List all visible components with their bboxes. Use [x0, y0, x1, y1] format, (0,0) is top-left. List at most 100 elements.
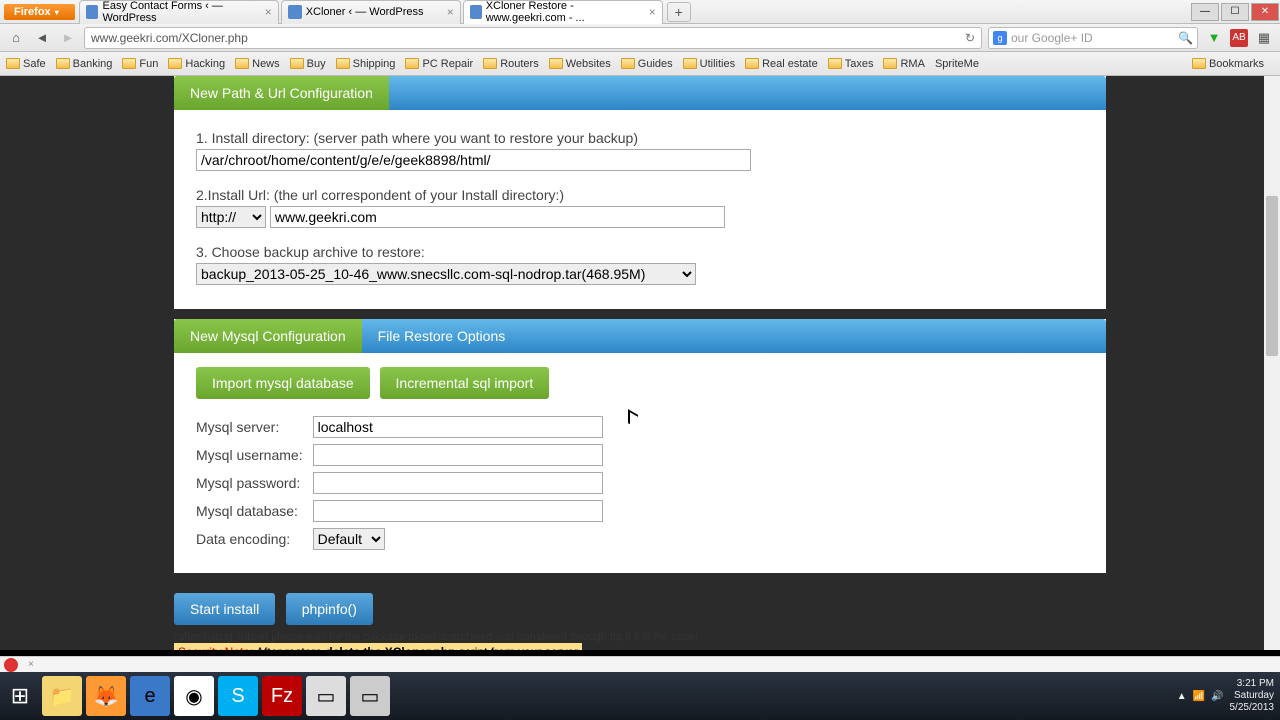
install-url-input[interactable] — [270, 206, 725, 228]
mysql-server-input[interactable] — [313, 416, 603, 438]
tab-1[interactable]: Easy Contact Forms ‹ — WordPress× — [79, 0, 279, 24]
install-dir-label: 1. Install directory: (server path where… — [196, 130, 1084, 146]
bookmark-folder[interactable]: PC Repair — [405, 58, 473, 70]
notepad-icon[interactable]: ▭ — [306, 676, 346, 716]
folder-icon — [336, 58, 350, 69]
tab-2[interactable]: XCloner ‹ — WordPress× — [281, 0, 461, 24]
security-note: Security Note: After restore delete the … — [174, 643, 582, 650]
bookmark-folder[interactable]: Hacking — [168, 58, 225, 70]
tab-label: XCloner Restore - www.geekri.com - ... — [486, 0, 649, 24]
data-encoding-select[interactable]: Default — [313, 528, 385, 550]
folder-icon — [235, 58, 249, 69]
install-url-label: 2.Install Url: (the url correspondent of… — [196, 187, 1084, 203]
clock[interactable]: 3:21 PM Saturday 5/25/2013 — [1230, 678, 1275, 714]
submit-note: *after hitting submit please wait for th… — [174, 631, 1106, 643]
system-tray: ▲ 📶 🔊 3:21 PM Saturday 5/25/2013 — [1177, 678, 1280, 714]
chrome-icon[interactable]: ◉ — [174, 676, 214, 716]
start-button[interactable]: ⊞ — [0, 676, 40, 716]
bookmark-folder[interactable]: Buy — [290, 58, 326, 70]
scrollbar-thumb[interactable] — [1266, 196, 1278, 356]
mysql-form: Mysql server: Mysql username: Mysql pass… — [196, 413, 613, 553]
new-tab-button[interactable]: + — [667, 2, 691, 22]
firefox-menu-button[interactable]: Firefox — [4, 4, 75, 20]
import-mysql-button[interactable]: Import mysql database — [196, 367, 370, 399]
reload-icon[interactable]: ↻ — [965, 31, 975, 45]
network-icon[interactable]: 📶 — [1193, 691, 1205, 702]
tray-chevron-icon[interactable]: ▲ — [1177, 691, 1187, 702]
app-icon[interactable]: ▭ — [350, 676, 390, 716]
tab-close-icon[interactable]: × — [265, 5, 272, 19]
url-scheme-select[interactable]: http:// — [196, 206, 266, 228]
backup-archive-select[interactable]: backup_2013-05-25_10-46_www.snecsllc.com… — [196, 263, 696, 285]
folder-icon — [683, 58, 697, 69]
mysql-server-label: Mysql server: — [196, 413, 313, 441]
browser-navbar: ⌂ ◄ ► www.geekri.com/XCloner.php ↻ g our… — [0, 24, 1280, 52]
browser-tabs: Easy Contact Forms ‹ — WordPress× XClone… — [79, 0, 1190, 24]
start-install-button[interactable]: Start install — [174, 593, 275, 625]
bookmarks-menu[interactable]: Bookmarks — [1192, 58, 1264, 70]
mysql-database-input[interactable] — [313, 500, 603, 522]
bookmark-folder[interactable]: Websites — [549, 58, 611, 70]
tab-mysql-config[interactable]: New Mysql Configuration — [174, 319, 362, 353]
minimize-button[interactable]: — — [1191, 3, 1219, 21]
incremental-import-button[interactable]: Incremental sql import — [380, 367, 550, 399]
tab-close-icon[interactable]: × — [447, 5, 454, 19]
maximize-button[interactable]: ☐ — [1221, 3, 1249, 21]
folder-icon — [621, 58, 635, 69]
folder-icon — [405, 58, 419, 69]
windows-taskbar: ⊞ 📁 🦊 e ◉ S Fz ▭ ▭ ▲ 📶 🔊 3:21 PM Saturda… — [0, 672, 1280, 720]
mysql-password-input[interactable] — [313, 472, 603, 494]
volume-icon[interactable]: 🔊 — [1211, 691, 1223, 702]
install-dir-input[interactable] — [196, 149, 751, 171]
bookmark-folder[interactable]: Real estate — [745, 58, 818, 70]
bookmark-folder[interactable]: Banking — [56, 58, 113, 70]
folder-icon — [122, 58, 136, 69]
bookmark-folder[interactable]: Taxes — [828, 58, 874, 70]
download-icon[interactable]: ▼ — [1204, 28, 1224, 48]
skype-icon[interactable]: S — [218, 676, 258, 716]
bookmark-folder[interactable]: RMA — [883, 58, 924, 70]
strip-close-icon[interactable]: × — [28, 659, 34, 670]
panel-actions: Start install phpinfo() *after hitting s… — [174, 583, 1106, 650]
explorer-icon[interactable]: 📁 — [42, 676, 82, 716]
folder-icon — [56, 58, 70, 69]
back-icon[interactable]: ◄ — [32, 28, 52, 48]
security-prefix: Security Note: — [178, 645, 253, 650]
addon-icon[interactable]: ▦ — [1254, 28, 1274, 48]
vertical-scrollbar[interactable] — [1264, 76, 1280, 650]
search-placeholder: our Google+ ID — [1011, 31, 1093, 45]
tab-close-icon[interactable]: × — [649, 5, 656, 19]
ie-icon[interactable]: e — [130, 676, 170, 716]
filezilla-icon[interactable]: Fz — [262, 676, 302, 716]
tab-3[interactable]: XCloner Restore - www.geekri.com - ...× — [463, 0, 663, 24]
panel-mysql: New Mysql Configuration File Restore Opt… — [174, 319, 1106, 573]
folder-icon — [828, 58, 842, 69]
tab-file-restore[interactable]: File Restore Options — [362, 319, 522, 353]
home-icon[interactable]: ⌂ — [6, 28, 26, 48]
window-controls: — ☐ ✕ — [1190, 2, 1280, 22]
phpinfo-button[interactable]: phpinfo() — [286, 593, 373, 625]
record-icon[interactable] — [4, 658, 18, 672]
tab-path-config[interactable]: New Path & Url Configuration — [174, 76, 389, 110]
url-input[interactable]: www.geekri.com/XCloner.php ↻ — [84, 27, 982, 49]
mysql-database-label: Mysql database: — [196, 497, 313, 525]
bookmark-folder[interactable]: Utilities — [683, 58, 735, 70]
bookmark-folder[interactable]: Shipping — [336, 58, 396, 70]
firefox-taskbar-icon[interactable]: 🦊 — [86, 676, 126, 716]
folder-icon — [549, 58, 563, 69]
bookmark-bar: Safe Banking Fun Hacking News Buy Shippi… — [0, 52, 1280, 76]
panel-path-url: New Path & Url Configuration 1. Install … — [174, 76, 1106, 309]
search-icon[interactable]: 🔍 — [1178, 31, 1193, 45]
search-input[interactable]: g our Google+ ID 🔍 — [988, 27, 1198, 49]
mysql-username-input[interactable] — [313, 444, 603, 466]
bookmark-folder[interactable]: Fun — [122, 58, 158, 70]
bookmark-folder[interactable]: Safe — [6, 58, 46, 70]
close-window-button[interactable]: ✕ — [1251, 3, 1279, 21]
folder-icon — [290, 58, 304, 69]
bookmark-link[interactable]: SpriteMe — [935, 58, 979, 70]
adblock-icon[interactable]: AB — [1230, 29, 1248, 47]
bookmark-folder[interactable]: Routers — [483, 58, 539, 70]
bookmark-folder[interactable]: Guides — [621, 58, 673, 70]
bookmark-folder[interactable]: News — [235, 58, 280, 70]
forward-icon[interactable]: ► — [58, 28, 78, 48]
